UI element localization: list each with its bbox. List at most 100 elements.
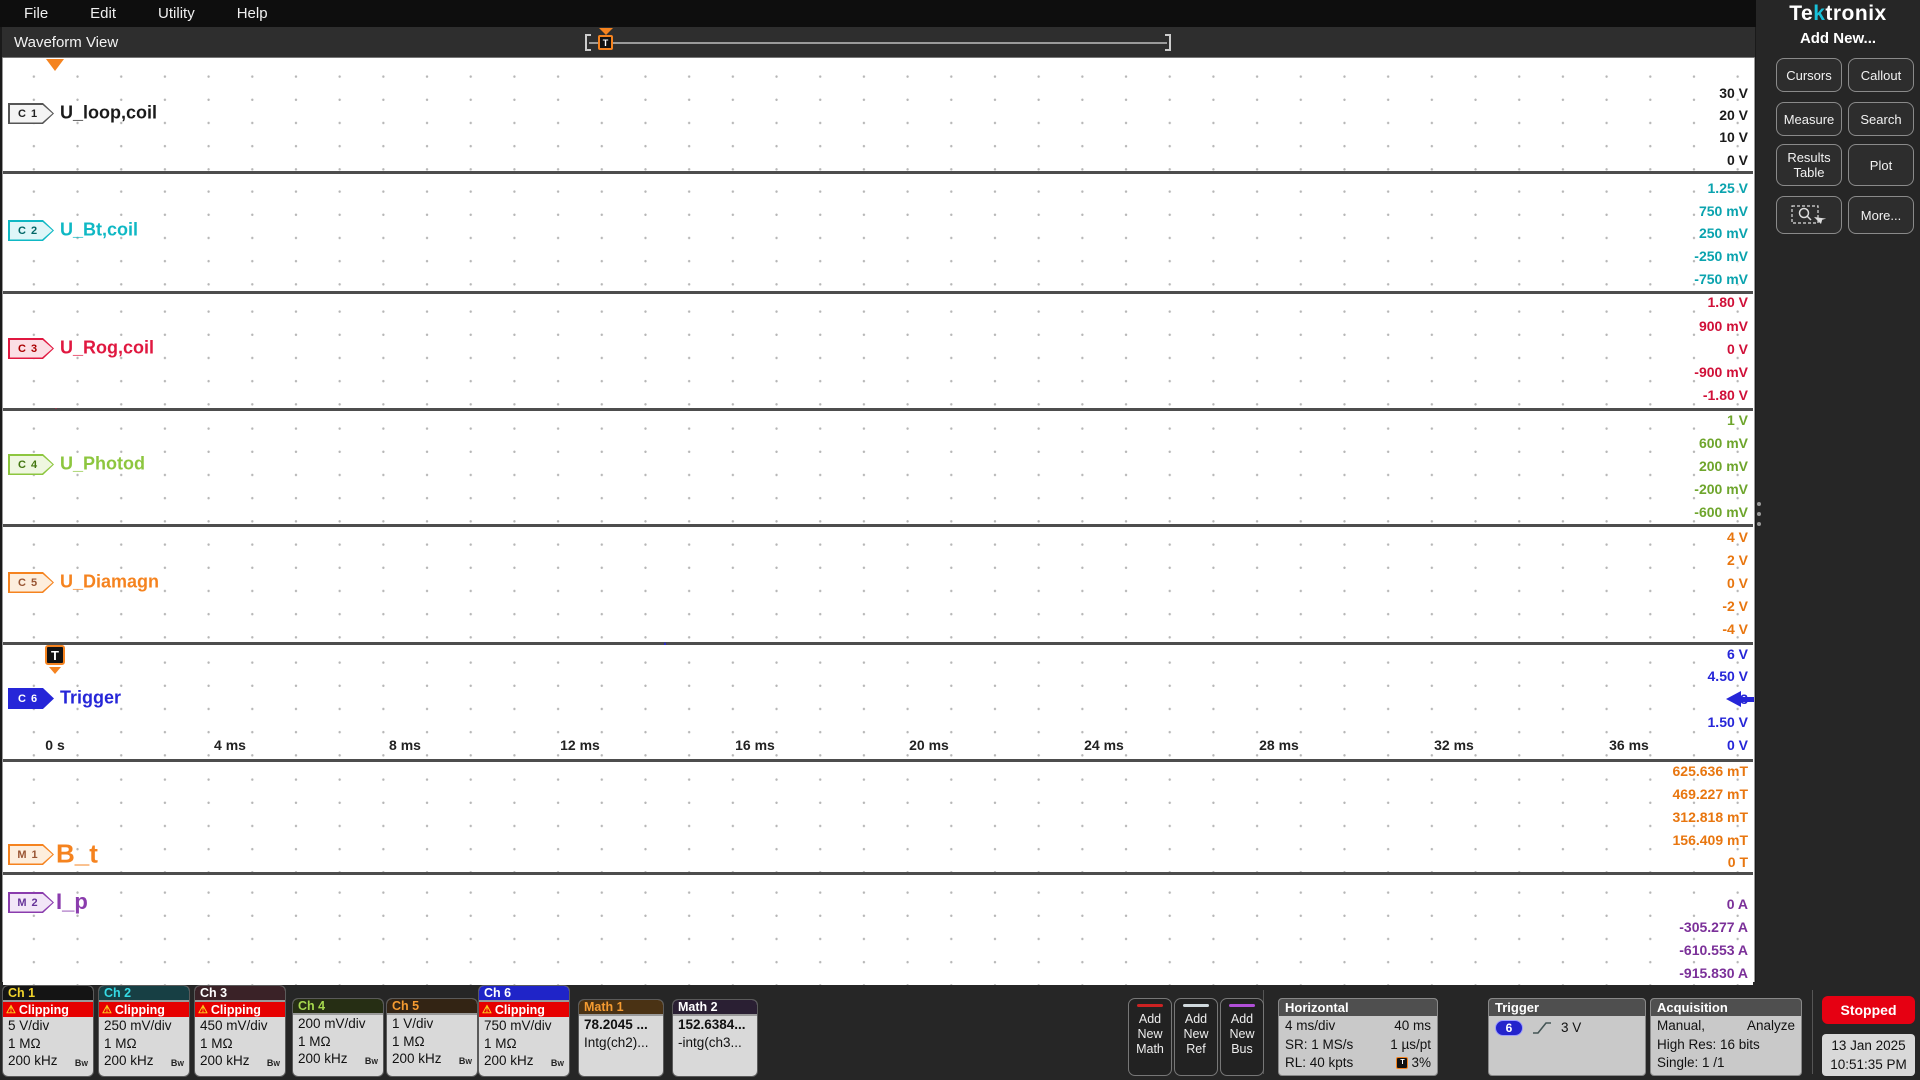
axis-label-c4: -200 mV — [1694, 481, 1748, 497]
zoom-select-button[interactable] — [1776, 196, 1842, 234]
time-label: 20 ms — [909, 737, 949, 753]
badge-header: Ch 1 — [3, 986, 93, 1002]
channel-settings-badge-ch6[interactable]: Ch 6⚠Clipping750 mV/div1 MΩ200 kHzBW — [478, 985, 570, 1077]
time-label: 36 ms — [1609, 737, 1649, 753]
channel-settings-badge-math2[interactable]: Math 2152.6384...-intg(ch3... — [672, 999, 758, 1077]
accent-line — [1137, 1004, 1163, 1007]
divider — [1812, 990, 1813, 1074]
sidebar-button-results-table[interactable]: Results Table — [1776, 144, 1842, 186]
badge-row-text: 152.6384... — [678, 1016, 746, 1034]
acquisition-panel-title: Acquisition — [1651, 999, 1801, 1016]
badge-row-text: 200 kHz — [298, 1050, 348, 1068]
channel-badge-label: C 6 — [10, 690, 53, 708]
button-line: Ref — [1175, 1042, 1217, 1057]
accent-line — [1183, 1004, 1209, 1007]
badge-header: Ch 5 — [387, 999, 477, 1015]
horizontal-row-right: 40 ms — [1394, 1017, 1431, 1036]
bandwidth-mark: BW — [267, 1058, 280, 1070]
button-line: Add — [1221, 1012, 1263, 1027]
badge-row-text: 1 MΩ — [298, 1033, 331, 1051]
time-label: 4 ms — [214, 737, 246, 753]
trigger-position-pointer-icon — [599, 28, 613, 35]
time-label: 24 ms — [1084, 737, 1124, 753]
channel-name-m2: I_p — [56, 889, 88, 915]
axis-label-c3: -900 mV — [1694, 364, 1748, 380]
axis-label-c3: 0 V — [1727, 341, 1748, 357]
axis-label-c2: 250 mV — [1699, 225, 1748, 241]
channel-name-c6: Trigger — [60, 688, 121, 709]
sidebar-button-more-[interactable]: More... — [1848, 196, 1914, 234]
panel-splitter-handle[interactable] — [1757, 512, 1761, 516]
horizontal-panel-title: Horizontal — [1279, 999, 1437, 1016]
trigger-source-badge: 6 — [1495, 1020, 1523, 1036]
graticule-slice — [3, 527, 1753, 642]
channel-badge-label: C 2 — [10, 222, 53, 240]
run-stop-status[interactable]: Stopped — [1822, 996, 1915, 1024]
badge-row-text: 200 kHz — [104, 1052, 154, 1070]
horizontal-row: SR: 1 MS/s 1 µs/pt — [1285, 1036, 1431, 1055]
menu-utility[interactable]: Utility — [148, 3, 205, 24]
badge-header: Ch 3 — [195, 986, 285, 1002]
menu-edit[interactable]: Edit — [80, 3, 126, 24]
button-line: Add — [1175, 1012, 1217, 1027]
badge-row-text: 78.2045 ... — [584, 1016, 648, 1034]
clipping-warning: ⚠Clipping — [99, 1002, 189, 1017]
badge-row: 200 kHzBW — [3, 1052, 93, 1070]
horizontal-row-right-text: 1 µs/pt — [1390, 1036, 1431, 1055]
position-bar-left-bracket — [585, 34, 591, 51]
channel-name-m1: B_t — [56, 839, 98, 870]
sidebar-button-plot[interactable]: Plot — [1848, 144, 1914, 186]
badge-row-text: 200 mV/div — [298, 1015, 366, 1033]
panel-splitter-handle[interactable] — [1757, 522, 1761, 526]
sidebar-button-cursors[interactable]: Cursors — [1776, 58, 1842, 92]
badge-row: 1 MΩ — [3, 1035, 93, 1053]
trigger-position-marker-icon[interactable] — [46, 59, 64, 71]
trigger-position-flag-icon[interactable]: T — [598, 35, 613, 50]
time-label: 12 ms — [560, 737, 600, 753]
panel-splitter-handle[interactable] — [1757, 502, 1761, 506]
add-new-ref-button[interactable]: AddNewRef — [1174, 998, 1218, 1076]
badge-row-text: 200 kHz — [200, 1052, 250, 1070]
add-new-math-button[interactable]: AddNewMath — [1128, 998, 1172, 1076]
channel-name-c2: U_Bt,coil — [60, 220, 138, 241]
badge-row: 200 kHzBW — [293, 1050, 383, 1068]
channel-settings-badge-ch1[interactable]: Ch 1⚠Clipping5 V/div1 MΩ200 kHzBW — [2, 985, 94, 1077]
channel-name-c4: U_Photod — [60, 454, 145, 475]
sidebar-button-callout[interactable]: Callout — [1848, 58, 1914, 92]
channel-settings-badge-ch5[interactable]: Ch 51 V/div1 MΩ200 kHzBW — [386, 998, 478, 1077]
badge-row-text: 5 V/div — [8, 1017, 49, 1035]
channel-settings-badge-ch4[interactable]: Ch 4200 mV/div1 MΩ200 kHzBW — [292, 998, 384, 1077]
warning-icon: ⚠ — [6, 1003, 16, 1016]
axis-label-c4: 600 mV — [1699, 435, 1748, 451]
bandwidth-mark: BW — [171, 1058, 184, 1070]
trigger-level-arrow-icon[interactable] — [1726, 691, 1741, 707]
horizontal-row: 4 ms/div40 ms — [1285, 1017, 1431, 1036]
trigger-panel[interactable]: Trigger 6 3 V — [1488, 998, 1646, 1076]
badge-header: Math 1 — [579, 1000, 663, 1016]
channel-badge-label: M 2 — [10, 894, 53, 912]
add-new-bus-button[interactable]: AddNewBus — [1220, 998, 1264, 1076]
acquisition-panel[interactable]: Acquisition Manual, Analyze High Res: 16… — [1650, 998, 1802, 1076]
axis-label-m2: -305.277 A — [1679, 919, 1748, 935]
channel-name-c5: U_Diamagn — [60, 572, 159, 593]
time-label: 32 ms — [1434, 737, 1474, 753]
horizontal-position-bar[interactable]: T — [585, 27, 1171, 58]
sidebar-button-search[interactable]: Search — [1848, 102, 1914, 136]
channel-settings-badge-ch3[interactable]: Ch 3⚠Clipping450 mV/div1 MΩ200 kHzBW — [194, 985, 286, 1077]
axis-label-c6: 4.50 V — [1708, 668, 1748, 684]
clipping-label: Clipping — [495, 1003, 545, 1017]
horizontal-panel[interactable]: Horizontal 4 ms/div40 msSR: 1 MS/s 1 µs/p… — [1278, 998, 1438, 1076]
trigger-flag-icon[interactable]: T — [45, 645, 65, 665]
menu-file[interactable]: File — [14, 3, 58, 24]
axis-label-c4: 1 V — [1727, 412, 1748, 428]
badge-row: 78.2045 ... — [579, 1016, 663, 1034]
channel-settings-badge-ch2[interactable]: Ch 2⚠Clipping250 mV/div1 MΩ200 kHzBW — [98, 985, 190, 1077]
sidebar-button-measure[interactable]: Measure — [1776, 102, 1842, 136]
button-line: New — [1129, 1027, 1171, 1042]
horizontal-row-left: SR: 1 MS/s — [1285, 1036, 1353, 1055]
menu-help[interactable]: Help — [227, 3, 278, 24]
channel-settings-badge-math1[interactable]: Math 178.2045 ...Intg(ch2)... — [578, 999, 664, 1077]
badge-row-text: 200 kHz — [392, 1050, 442, 1068]
graticule-slice — [3, 294, 1753, 408]
trigger-flag-small-icon: T — [1396, 1057, 1408, 1069]
